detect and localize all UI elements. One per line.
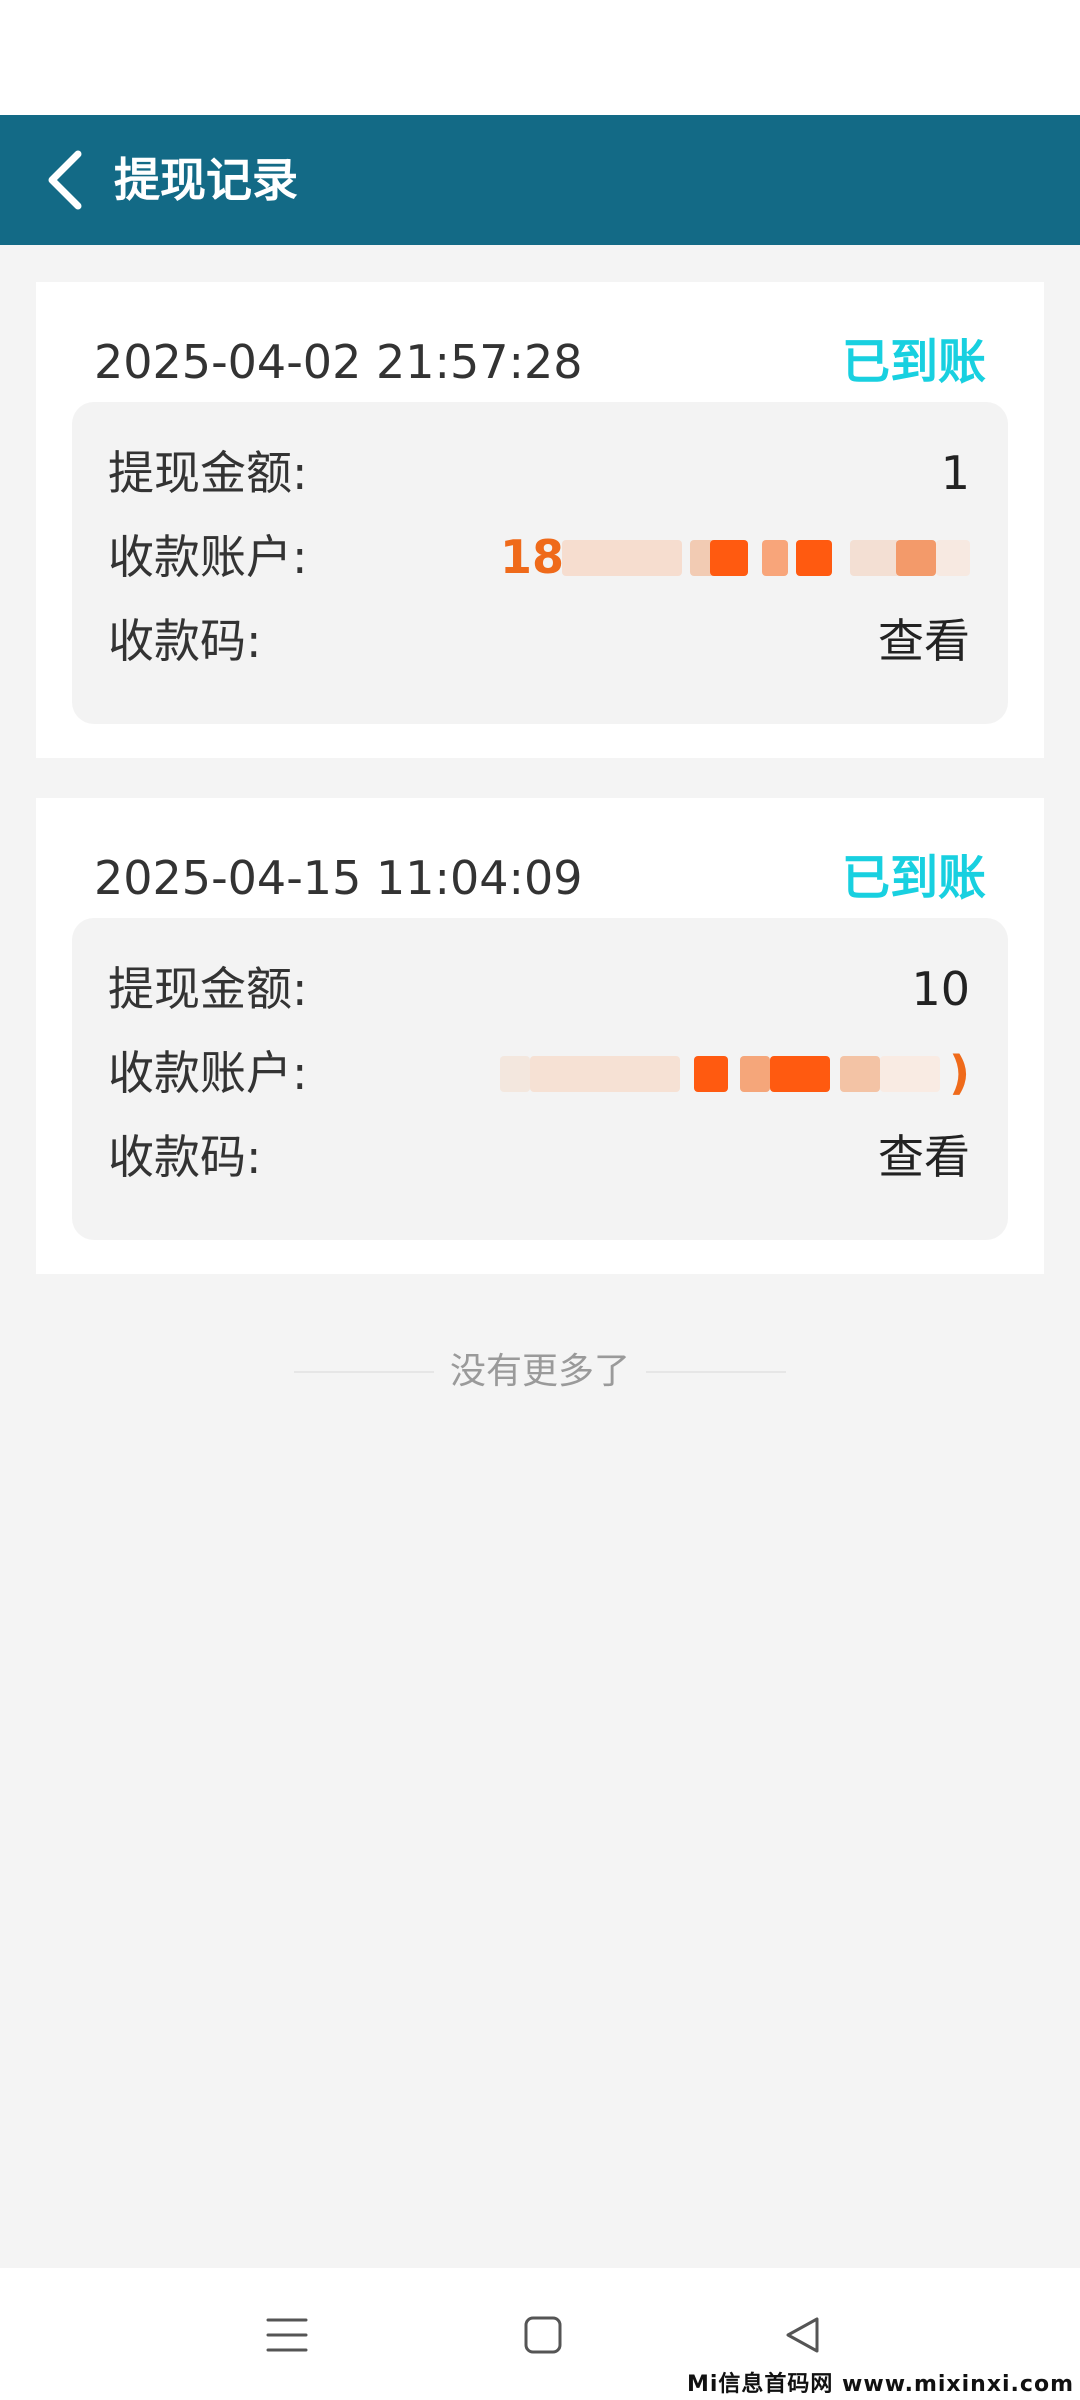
- withdraw-record-card: 2025-04-15 11:04:09 已到账 提现金额: 10 收款账户: )…: [36, 798, 1044, 1274]
- record-datetime: 2025-04-15 11:04:09: [94, 851, 583, 905]
- app-header: 提现记录: [0, 115, 1080, 245]
- record-datetime: 2025-04-02 21:57:28: [94, 335, 583, 389]
- page-title: 提现记录: [114, 153, 298, 207]
- record-detail-box: 提现金额: 1 收款账户: 18 收款码: 查看: [72, 402, 1008, 724]
- square-home-icon: [524, 2316, 562, 2354]
- no-more-indicator: 没有更多了: [0, 1340, 1080, 1404]
- amount-label: 提现金额:: [108, 962, 308, 1016]
- account-row: 收款账户: ): [108, 1038, 970, 1108]
- withdraw-record-card: 2025-04-02 21:57:28 已到账 提现金额: 1 收款账户: 18…: [36, 282, 1044, 758]
- account-label: 收款账户:: [108, 530, 308, 584]
- amount-row: 提现金额: 1: [108, 438, 970, 508]
- amount-value: 1: [940, 446, 970, 500]
- nav-back-button[interactable]: [766, 2298, 840, 2372]
- back-button[interactable]: [28, 143, 102, 217]
- code-row: 收款码: 查看: [108, 606, 970, 676]
- record-detail-box: 提现金额: 10 收款账户: ) 收款码: 查看: [72, 918, 1008, 1240]
- amount-row: 提现金额: 10: [108, 954, 970, 1024]
- chevron-left-icon: [48, 150, 82, 210]
- menu-icon: [266, 2318, 308, 2352]
- view-code-link[interactable]: 查看: [878, 606, 970, 676]
- no-more-text: 没有更多了: [449, 1351, 630, 1392]
- record-status: 已到账: [841, 334, 986, 390]
- record-status: 已到账: [841, 850, 986, 906]
- account-value: 18: [500, 536, 565, 580]
- nav-home-button[interactable]: [506, 2298, 580, 2372]
- watermark: Mi信息首码网 www.mixinxi.com: [686, 2372, 1074, 2397]
- account-value: ): [948, 1052, 970, 1096]
- account-label: 收款账户:: [108, 1046, 308, 1100]
- triangle-back-icon: [786, 2317, 819, 2353]
- account-value-redacted: ): [500, 1052, 970, 1096]
- account-value-redacted: 18: [500, 536, 970, 580]
- nav-menu-button[interactable]: [250, 2298, 324, 2372]
- status-bar: [0, 0, 1080, 115]
- view-code-link[interactable]: 查看: [878, 1122, 970, 1192]
- code-label: 收款码:: [108, 1130, 262, 1184]
- code-row: 收款码: 查看: [108, 1122, 970, 1192]
- amount-label: 提现金额:: [108, 446, 308, 500]
- code-label: 收款码:: [108, 614, 262, 668]
- account-row: 收款账户: 18: [108, 522, 970, 592]
- amount-value: 10: [911, 962, 970, 1016]
